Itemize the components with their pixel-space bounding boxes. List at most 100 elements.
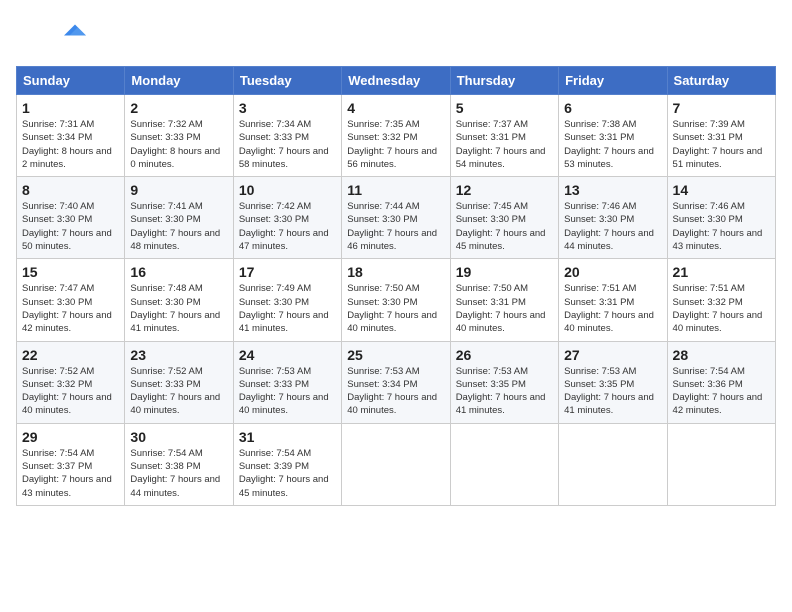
day-number: 24 (239, 347, 336, 363)
day-number: 13 (564, 182, 661, 198)
day-number: 9 (130, 182, 227, 198)
day-info: Sunrise: 7:50 AMSunset: 3:31 PMDaylight:… (456, 282, 553, 335)
day-info: Sunrise: 7:32 AMSunset: 3:33 PMDaylight:… (130, 118, 227, 171)
calendar-table: SundayMondayTuesdayWednesdayThursdayFrid… (16, 66, 776, 506)
day-info: Sunrise: 7:46 AMSunset: 3:30 PMDaylight:… (564, 200, 661, 253)
day-info: Sunrise: 7:38 AMSunset: 3:31 PMDaylight:… (564, 118, 661, 171)
day-info: Sunrise: 7:42 AMSunset: 3:30 PMDaylight:… (239, 200, 336, 253)
day-info: Sunrise: 7:54 AMSunset: 3:39 PMDaylight:… (239, 447, 336, 500)
calendar-day-13: 13 Sunrise: 7:46 AMSunset: 3:30 PMDayligh… (559, 177, 667, 259)
calendar-day-31: 31 Sunrise: 7:54 AMSunset: 3:39 PMDayligh… (233, 423, 341, 505)
day-info: Sunrise: 7:40 AMSunset: 3:30 PMDaylight:… (22, 200, 119, 253)
day-info: Sunrise: 7:47 AMSunset: 3:30 PMDaylight:… (22, 282, 119, 335)
weekday-header-thursday: Thursday (450, 67, 558, 95)
day-info: Sunrise: 7:37 AMSunset: 3:31 PMDaylight:… (456, 118, 553, 171)
day-number: 31 (239, 429, 336, 445)
calendar-day-22: 22 Sunrise: 7:52 AMSunset: 3:32 PMDayligh… (17, 341, 125, 423)
day-number: 16 (130, 264, 227, 280)
day-info: Sunrise: 7:51 AMSunset: 3:31 PMDaylight:… (564, 282, 661, 335)
calendar-day-26: 26 Sunrise: 7:53 AMSunset: 3:35 PMDayligh… (450, 341, 558, 423)
day-number: 27 (564, 347, 661, 363)
day-number: 14 (673, 182, 770, 198)
day-number: 4 (347, 100, 444, 116)
day-info: Sunrise: 7:48 AMSunset: 3:30 PMDaylight:… (130, 282, 227, 335)
day-info: Sunrise: 7:53 AMSunset: 3:35 PMDaylight:… (564, 365, 661, 418)
calendar-day-4: 4 Sunrise: 7:35 AMSunset: 3:32 PMDaylight… (342, 95, 450, 177)
day-info: Sunrise: 7:53 AMSunset: 3:35 PMDaylight:… (456, 365, 553, 418)
day-number: 26 (456, 347, 553, 363)
calendar-week-3: 15 Sunrise: 7:47 AMSunset: 3:30 PMDayligh… (17, 259, 776, 341)
day-number: 20 (564, 264, 661, 280)
logo (16, 16, 86, 58)
calendar-day-3: 3Sunrise: 7:34 AMSunset: 3:33 PMDaylight… (233, 95, 341, 177)
day-info: Sunrise: 7:53 AMSunset: 3:34 PMDaylight:… (347, 365, 444, 418)
calendar-day-29: 29Sunrise: 7:54 AMSunset: 3:37 PMDayligh… (17, 423, 125, 505)
calendar-day-11: 11Sunrise: 7:44 AMSunset: 3:30 PMDayligh… (342, 177, 450, 259)
day-info: Sunrise: 7:41 AMSunset: 3:30 PMDaylight:… (130, 200, 227, 253)
day-number: 7 (673, 100, 770, 116)
empty-cell (450, 423, 558, 505)
calendar-day-24: 24 Sunrise: 7:53 AMSunset: 3:33 PMDayligh… (233, 341, 341, 423)
calendar-day-10: 10 Sunrise: 7:42 AMSunset: 3:30 PMDayligh… (233, 177, 341, 259)
day-number: 19 (456, 264, 553, 280)
calendar-day-25: 25 Sunrise: 7:53 AMSunset: 3:34 PMDayligh… (342, 341, 450, 423)
day-info: Sunrise: 7:53 AMSunset: 3:33 PMDaylight:… (239, 365, 336, 418)
calendar-day-19: 19 Sunrise: 7:50 AMSunset: 3:31 PMDayligh… (450, 259, 558, 341)
day-info: Sunrise: 7:46 AMSunset: 3:30 PMDaylight:… (673, 200, 770, 253)
calendar-day-28: 28 Sunrise: 7:54 AMSunset: 3:36 PMDayligh… (667, 341, 775, 423)
calendar-day-18: 18 Sunrise: 7:50 AMSunset: 3:30 PMDayligh… (342, 259, 450, 341)
day-number: 6 (564, 100, 661, 116)
day-info: Sunrise: 7:52 AMSunset: 3:33 PMDaylight:… (130, 365, 227, 418)
day-info: Sunrise: 7:54 AMSunset: 3:38 PMDaylight:… (130, 447, 227, 500)
day-info: Sunrise: 7:35 AMSunset: 3:32 PMDaylight:… (347, 118, 444, 171)
calendar-week-1: 1Sunrise: 7:31 AMSunset: 3:34 PMDaylight… (17, 95, 776, 177)
day-number: 29 (22, 429, 119, 445)
day-number: 17 (239, 264, 336, 280)
calendar-header-row: SundayMondayTuesdayWednesdayThursdayFrid… (17, 67, 776, 95)
day-info: Sunrise: 7:39 AMSunset: 3:31 PMDaylight:… (673, 118, 770, 171)
weekday-header-monday: Monday (125, 67, 233, 95)
day-number: 15 (22, 264, 119, 280)
calendar-day-15: 15 Sunrise: 7:47 AMSunset: 3:30 PMDayligh… (17, 259, 125, 341)
day-number: 21 (673, 264, 770, 280)
empty-cell (342, 423, 450, 505)
day-info: Sunrise: 7:34 AMSunset: 3:33 PMDaylight:… (239, 118, 336, 171)
calendar-day-21: 21 Sunrise: 7:51 AMSunset: 3:32 PMDayligh… (667, 259, 775, 341)
calendar-day-16: 16 Sunrise: 7:48 AMSunset: 3:30 PMDayligh… (125, 259, 233, 341)
calendar-day-2: 2 Sunrise: 7:32 AMSunset: 3:33 PMDaylight… (125, 95, 233, 177)
calendar-day-5: 5 Sunrise: 7:37 AMSunset: 3:31 PMDaylight… (450, 95, 558, 177)
day-number: 2 (130, 100, 227, 116)
calendar-day-6: 6 Sunrise: 7:38 AMSunset: 3:31 PMDaylight… (559, 95, 667, 177)
calendar-day-12: 12Sunrise: 7:45 AMSunset: 3:30 PMDayligh… (450, 177, 558, 259)
day-info: Sunrise: 7:52 AMSunset: 3:32 PMDaylight:… (22, 365, 119, 418)
day-number: 22 (22, 347, 119, 363)
calendar-day-7: 7 Sunrise: 7:39 AMSunset: 3:31 PMDaylight… (667, 95, 775, 177)
day-number: 12 (456, 182, 553, 198)
day-number: 18 (347, 264, 444, 280)
calendar-day-30: 30Sunrise: 7:54 AMSunset: 3:38 PMDayligh… (125, 423, 233, 505)
day-info: Sunrise: 7:50 AMSunset: 3:30 PMDaylight:… (347, 282, 444, 335)
calendar-day-9: 9 Sunrise: 7:41 AMSunset: 3:30 PMDaylight… (125, 177, 233, 259)
day-number: 25 (347, 347, 444, 363)
weekday-header-sunday: Sunday (17, 67, 125, 95)
calendar-day-20: 20 Sunrise: 7:51 AMSunset: 3:31 PMDayligh… (559, 259, 667, 341)
weekday-header-saturday: Saturday (667, 67, 775, 95)
day-info: Sunrise: 7:31 AMSunset: 3:34 PMDaylight:… (22, 118, 119, 171)
logo-icon (64, 19, 86, 41)
calendar-day-1: 1Sunrise: 7:31 AMSunset: 3:34 PMDaylight… (17, 95, 125, 177)
day-number: 10 (239, 182, 336, 198)
day-number: 28 (673, 347, 770, 363)
calendar-day-8: 8 Sunrise: 7:40 AMSunset: 3:30 PMDaylight… (17, 177, 125, 259)
calendar-day-27: 27 Sunrise: 7:53 AMSunset: 3:35 PMDayligh… (559, 341, 667, 423)
day-info: Sunrise: 7:51 AMSunset: 3:32 PMDaylight:… (673, 282, 770, 335)
day-info: Sunrise: 7:54 AMSunset: 3:36 PMDaylight:… (673, 365, 770, 418)
day-info: Sunrise: 7:49 AMSunset: 3:30 PMDaylight:… (239, 282, 336, 335)
calendar-day-23: 23Sunrise: 7:52 AMSunset: 3:33 PMDayligh… (125, 341, 233, 423)
calendar-week-5: 29Sunrise: 7:54 AMSunset: 3:37 PMDayligh… (17, 423, 776, 505)
empty-cell (559, 423, 667, 505)
calendar-day-17: 17 Sunrise: 7:49 AMSunset: 3:30 PMDayligh… (233, 259, 341, 341)
day-number: 11 (347, 182, 444, 198)
day-number: 8 (22, 182, 119, 198)
page-header (16, 16, 776, 58)
day-number: 5 (456, 100, 553, 116)
